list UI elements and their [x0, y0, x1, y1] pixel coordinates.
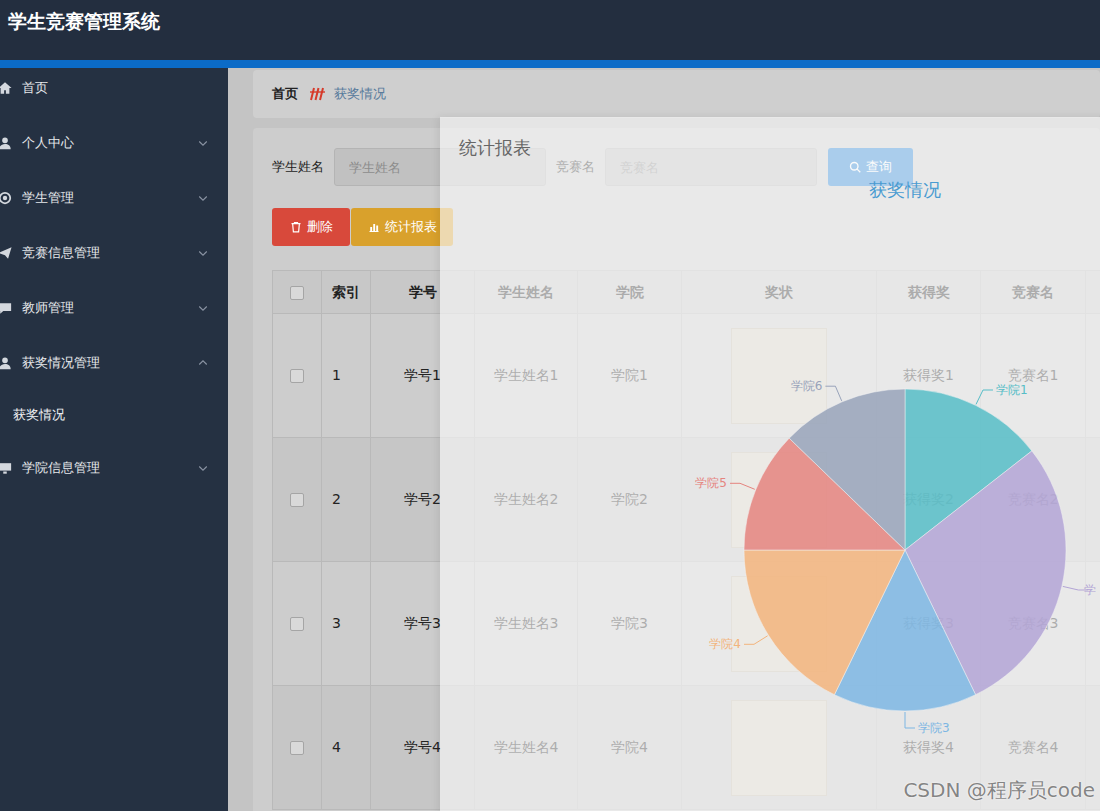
- table-cell: 2: [322, 438, 371, 562]
- chevron-down-icon[interactable]: [197, 462, 209, 474]
- table-cell: 1: [322, 314, 371, 438]
- row-checkbox[interactable]: [290, 741, 304, 755]
- sidebar-item[interactable]: 竞赛信息管理: [0, 225, 228, 280]
- breadcrumb-item[interactable]: 首页: [272, 84, 298, 104]
- row-checkbox[interactable]: [290, 369, 304, 383]
- dialog-title: 统计报表: [440, 117, 1100, 179]
- stats-dialog: 学院1 学学院3 学院4 学院5 学院6 统计报表获奖情况: [440, 117, 1100, 811]
- breadcrumb: 首页 获奖情况: [253, 70, 1100, 118]
- chat-icon: [0, 301, 12, 315]
- watermark: CSDN @程序员code: [903, 775, 1095, 805]
- sidebar-item[interactable]: 学生管理: [0, 170, 228, 225]
- button-label: 删除: [307, 217, 333, 237]
- app-header: 学生竞赛管理系统: [0, 0, 1100, 60]
- chevron-down-icon[interactable]: [197, 302, 209, 314]
- label-line: [976, 390, 993, 404]
- label-line: [825, 386, 841, 401]
- slice-label: 学院3: [918, 721, 950, 735]
- separator-icon: [308, 86, 326, 102]
- send-icon: [0, 246, 12, 260]
- student-icon: [0, 191, 12, 205]
- chevron-down-icon[interactable]: [197, 247, 209, 259]
- report-button[interactable]: 统计报表: [351, 208, 453, 246]
- pie-slice[interactable]: [789, 389, 905, 550]
- label-line: [744, 636, 768, 645]
- sidebar-label: 学生管理: [22, 188, 74, 208]
- chevron-down-icon[interactable]: [197, 137, 209, 149]
- table-cell: 3: [322, 562, 371, 686]
- sidebar-item[interactable]: 学院信息管理: [0, 440, 228, 495]
- monitor-icon: [0, 461, 12, 475]
- sidebar-subitem[interactable]: 获奖情况: [0, 390, 228, 440]
- row-checkbox[interactable]: [290, 493, 304, 507]
- checkbox-cell: [273, 686, 322, 810]
- user-icon: [0, 136, 12, 150]
- sidebar-label: 竞赛信息管理: [22, 243, 100, 263]
- sidebar-label: 获奖情况管理: [22, 353, 100, 373]
- chevron-up-icon[interactable]: [197, 357, 209, 369]
- trash-icon: [290, 221, 302, 233]
- table-cell: 4: [322, 686, 371, 810]
- delete-button[interactable]: 删除: [272, 208, 350, 246]
- label-line: [730, 483, 755, 489]
- checkbox-cell: [273, 438, 322, 562]
- slice-label: 学院6: [791, 379, 823, 393]
- select-all-checkbox[interactable]: [290, 286, 304, 300]
- slice-label: 学院1: [996, 383, 1028, 397]
- breadcrumb-item[interactable]: 获奖情况: [334, 84, 386, 104]
- chart-title: 获奖情况: [440, 179, 1100, 201]
- button-label: 统计报表: [385, 217, 437, 237]
- slice-label: 学: [1084, 583, 1096, 597]
- slice-label: 学院5: [695, 476, 727, 490]
- slice-label: 学院4: [709, 637, 741, 651]
- sidebar-label: 首页: [22, 78, 48, 98]
- home-icon: [0, 81, 12, 95]
- sidebar-label: 学院信息管理: [22, 458, 100, 478]
- column-header[interactable]: 索引: [322, 271, 371, 314]
- sidebar-item[interactable]: 获奖情况管理: [0, 335, 228, 390]
- checkbox-cell: [273, 562, 322, 686]
- row-checkbox[interactable]: [290, 617, 304, 631]
- user-icon: [0, 356, 12, 370]
- label-line: [905, 712, 915, 728]
- header-stripe: [0, 60, 1100, 68]
- header-cell: [273, 271, 322, 314]
- sidebar-item[interactable]: 教师管理: [0, 280, 228, 335]
- pie-slice[interactable]: [744, 550, 905, 695]
- sidebar-label: 个人中心: [22, 133, 74, 153]
- checkbox-cell: [273, 314, 322, 438]
- app-title: 学生竞赛管理系统: [8, 10, 160, 32]
- chevron-down-icon[interactable]: [197, 192, 209, 204]
- field-label: 学生姓名: [272, 157, 324, 177]
- sidebar-label: 教师管理: [22, 298, 74, 318]
- sidebar-item[interactable]: 首页: [0, 68, 228, 115]
- sidebar: 首页个人中心学生管理竞赛信息管理教师管理获奖情况管理获奖情况学院信息管理: [0, 68, 228, 811]
- sidebar-item[interactable]: 个人中心: [0, 115, 228, 170]
- pie-chart: 学院1 学学院3 学院4 学院5 学院6: [440, 117, 1100, 811]
- bar-chart-icon: [368, 221, 380, 233]
